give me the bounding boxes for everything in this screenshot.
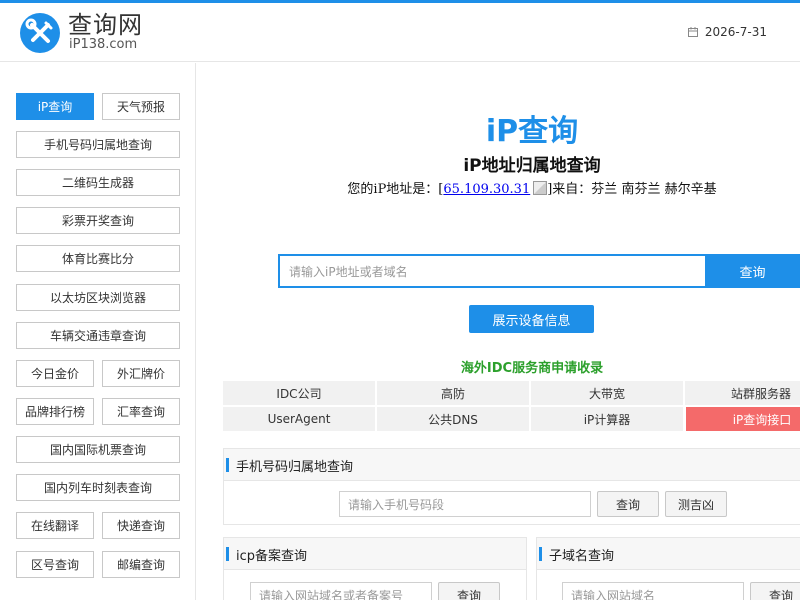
date-text: 2026-7-31	[704, 25, 767, 39]
date-display: 2026-7-31	[687, 25, 767, 39]
subdomain-domain-input[interactable]: 请输入网站域名	[562, 582, 744, 600]
panel-accent-bar	[226, 458, 229, 472]
phone-number-input[interactable]: 请输入手机号码段	[339, 491, 591, 517]
ip-prefix: 您的iP地址是：[	[347, 182, 444, 197]
sidebar-nav: iP查询 天气预报 手机号码归属地查询 二维码生成器 彩票开奖查询 体育比赛比分…	[0, 63, 196, 600]
sidebar-item-trains[interactable]: 国内列车时刻表查询	[16, 474, 180, 501]
subdomain-lookup-panel: 子域名查询 请输入网站域名 查询	[536, 537, 800, 600]
logo-tools-icon[interactable]	[20, 13, 60, 53]
sidebar-item-postcode[interactable]: 邮编查询	[102, 551, 180, 578]
sidebar-item-areacode[interactable]: 区号查询	[16, 551, 94, 578]
calendar-icon	[687, 27, 698, 37]
sidebar-item-exchange[interactable]: 汇率查询	[102, 398, 180, 425]
phone-query-button[interactable]: 查询	[597, 491, 659, 517]
sidebar-item-weather[interactable]: 天气预报	[102, 93, 180, 120]
icp-panel-title: icp备案查询	[236, 549, 308, 564]
sidebar-item-traffic[interactable]: 车辆交通违章查询	[16, 322, 180, 349]
idc-link-company[interactable]: IDC公司	[223, 381, 375, 405]
subdomain-query-button[interactable]: 查询	[750, 582, 800, 600]
phone-panel-title: 手机号码归属地查询	[236, 460, 354, 475]
broken-image-icon	[533, 181, 548, 195]
icp-query-button[interactable]: 查询	[438, 582, 500, 600]
sidebar-item-phone[interactable]: 手机号码归属地查询	[16, 131, 180, 158]
idc-link-sitegroup[interactable]: 站群服务器	[685, 381, 800, 405]
sidebar-item-flights[interactable]: 国内国际机票查询	[16, 436, 180, 463]
sidebar-item-gold[interactable]: 今日金价	[16, 360, 94, 387]
main-content: iP查询 iP地址归属地查询 您的iP地址是：[65.109.30.31 ]来自：…	[197, 63, 800, 600]
icp-lookup-panel: icp备案查询 请输入网站域名或者备案号 查询	[223, 537, 527, 600]
panel-accent-bar	[539, 547, 542, 561]
sidebar-item-qrcode[interactable]: 二维码生成器	[16, 169, 180, 196]
logo-domain[interactable]: iP138.com	[69, 38, 137, 52]
ip-info-line: 您的iP地址是：[65.109.30.31 ]来自：芬兰 南芬兰 赫尔辛基	[197, 178, 800, 197]
phone-lookup-panel: 手机号码归属地查询 请输入手机号码段 查询 测吉凶	[223, 448, 800, 525]
sidebar-item-ethereum[interactable]: 以太坊区块浏览器	[16, 284, 180, 311]
sidebar-item-brand[interactable]: 品牌排行榜	[16, 398, 94, 425]
page-brand-title: iP查询	[485, 114, 579, 149]
icp-domain-input[interactable]: 请输入网站域名或者备案号	[250, 582, 432, 600]
idc-link-useragent[interactable]: UserAgent	[223, 407, 375, 431]
ip-search-button[interactable]: 查询	[705, 254, 800, 288]
panel-header: 子域名查询	[537, 538, 800, 570]
ip-location: ]来自：芬兰 南芬兰 赫尔辛基	[547, 182, 717, 197]
sidebar-item-translate[interactable]: 在线翻译	[16, 512, 94, 539]
sidebar-item-ip[interactable]: iP查询	[16, 93, 94, 120]
ip-search-input[interactable]: 请输入iP地址或者域名	[278, 254, 708, 288]
sidebar-item-lottery[interactable]: 彩票开奖查询	[16, 207, 180, 234]
idc-link-bandwidth[interactable]: 大带宽	[531, 381, 683, 405]
phone-luck-button[interactable]: 测吉凶	[665, 491, 727, 517]
sidebar-item-forex[interactable]: 外汇牌价	[102, 360, 180, 387]
panel-header: 手机号码归属地查询	[224, 449, 800, 481]
subdomain-panel-title: 子域名查询	[549, 549, 615, 564]
idc-link-ddos[interactable]: 高防	[377, 381, 529, 405]
sidebar-item-express[interactable]: 快递查询	[102, 512, 180, 539]
page-subtitle: iP地址归属地查询	[463, 156, 601, 176]
ip-address-link[interactable]: 65.109.30.31	[443, 182, 530, 197]
logo-name[interactable]: 查询网	[68, 12, 143, 38]
panel-accent-bar	[226, 547, 229, 561]
idc-link-ipcalc[interactable]: iP计算器	[531, 407, 683, 431]
show-device-info-button[interactable]: 展示设备信息	[469, 305, 594, 333]
idc-title-link[interactable]: 海外IDC服务商申请收录	[197, 357, 800, 376]
idc-link-dns[interactable]: 公共DNS	[377, 407, 529, 431]
idc-link-ip-api[interactable]: iP查询接口	[686, 407, 800, 431]
panel-header: icp备案查询	[224, 538, 526, 570]
sidebar-item-sports[interactable]: 体育比赛比分	[16, 245, 180, 272]
site-header: 查询网 iP138.com 2026-7-31	[0, 3, 800, 62]
